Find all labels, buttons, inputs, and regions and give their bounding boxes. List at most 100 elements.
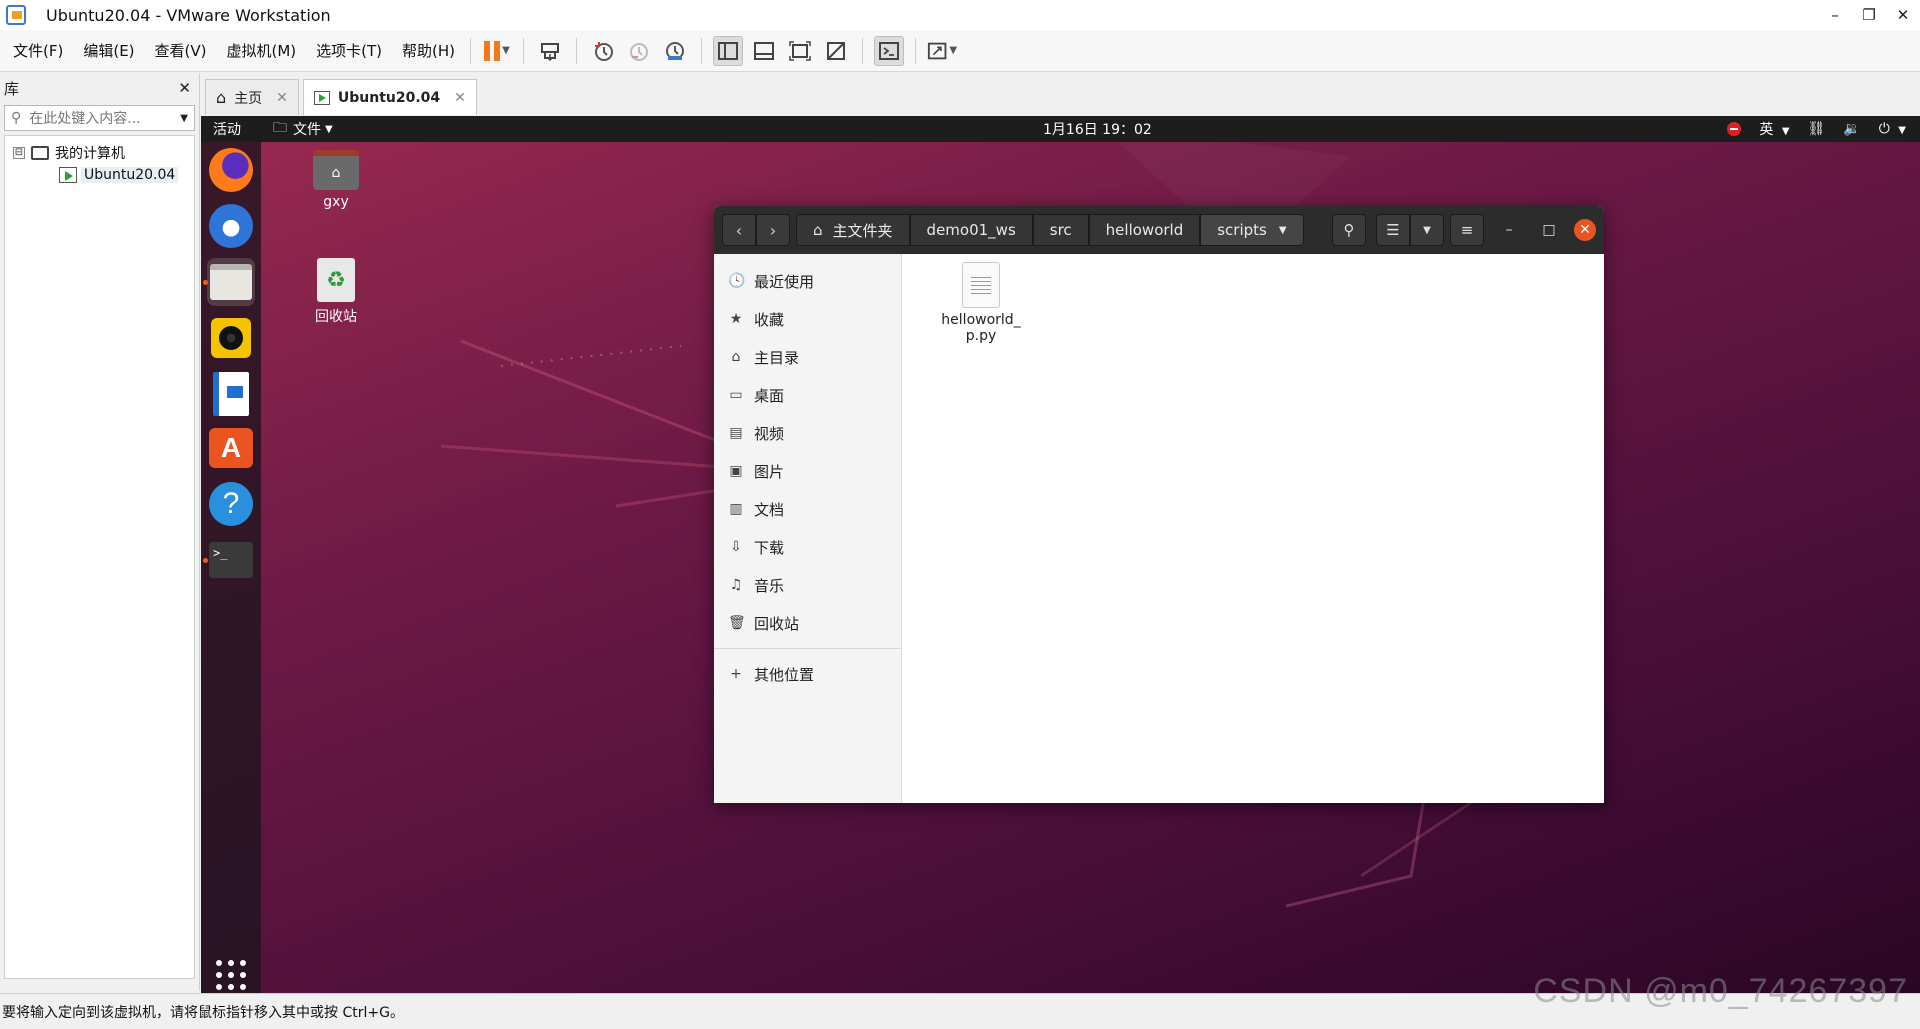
volume-icon[interactable]: 🔉 (1843, 121, 1860, 137)
tab-home[interactable]: ⌂ 主页 ✕ (205, 79, 299, 115)
search-dropdown-icon[interactable]: ▼ (180, 113, 188, 124)
sidebar-item-recent[interactable]: 🕓 最近使用 (714, 262, 901, 300)
sidebar-item-trash[interactable]: 🗑 回收站 (714, 604, 901, 642)
dock-software[interactable]: A (207, 424, 255, 472)
breadcrumb-item[interactable]: src (1032, 214, 1089, 246)
tab-ubuntu[interactable]: Ubuntu20.04 ✕ (302, 79, 477, 115)
sidebar-item-label: 视频 (754, 424, 785, 443)
fullscreen-button[interactable] (785, 36, 815, 66)
chevron-left-icon: ‹ (735, 220, 743, 240)
clock[interactable]: 1月16日 19：02 (1043, 119, 1152, 139)
files-icon (210, 264, 252, 300)
tree-item-vm[interactable]: Ubuntu20.04 (5, 164, 194, 186)
dock-terminal[interactable]: >_ (207, 536, 255, 584)
menu-tabs[interactable]: 选项卡(T) (309, 40, 389, 61)
sidebar-item-videos[interactable]: ▤ 视频 (714, 414, 901, 452)
network-icon[interactable]: ⛓ (1808, 121, 1826, 137)
tab-label: Ubuntu20.04 (337, 89, 441, 106)
firefox-icon (209, 148, 253, 192)
window-controls: – ❐ ✕ (1818, 0, 1920, 30)
sidebar-item-label: 收藏 (754, 310, 785, 329)
thumbnail-bar-button[interactable] (749, 36, 779, 66)
file-view[interactable]: helloworld_ p.py (902, 254, 1604, 803)
breadcrumb-item[interactable]: helloworld (1088, 214, 1201, 246)
sidebar-item-music[interactable]: ♫ 音乐 (714, 566, 901, 604)
minimize-icon: – (1505, 222, 1513, 238)
show-applications-icon[interactable] (216, 960, 246, 990)
back-button[interactable]: ‹ (722, 214, 756, 246)
tab-close-icon[interactable]: ✕ (276, 90, 288, 106)
view-options-button[interactable]: ▼ (1410, 214, 1444, 246)
desktop-home-folder[interactable]: ⌂ gxy (296, 150, 376, 210)
send-ctrl-alt-del-button[interactable] (535, 36, 565, 66)
breadcrumb-item[interactable]: demo01_ws (909, 214, 1033, 246)
forward-button[interactable]: › (756, 214, 790, 246)
pause-dropdown-icon[interactable]: ▼ (502, 45, 510, 56)
minimize-button[interactable]: – (1818, 0, 1852, 30)
take-snapshot-button[interactable] (588, 36, 618, 66)
menu-edit[interactable]: 编辑(E) (76, 40, 141, 61)
hamburger-icon: ≡ (1460, 221, 1474, 239)
revert-snapshot-button[interactable] (624, 36, 654, 66)
tab-label: 主页 (234, 90, 263, 107)
tab-close-icon[interactable]: ✕ (454, 90, 466, 106)
list-view-button[interactable]: ☰ (1376, 214, 1410, 246)
chevron-down-icon: ▼ (1898, 125, 1906, 136)
sidebar-item-home[interactable]: ⌂ 主目录 (714, 338, 901, 376)
trash-icon: ♻ (317, 258, 355, 302)
sidebar-item-label: 最近使用 (754, 272, 815, 291)
trash-icon: 🗑 (728, 615, 746, 631)
network-disconnected-icon[interactable] (1727, 122, 1742, 136)
thumbnail-bar-icon (754, 41, 775, 60)
dock-firefox[interactable] (207, 146, 255, 194)
dock-thunderbird[interactable] (207, 202, 255, 250)
sidebar-item-downloads[interactable]: ⇩ 下载 (714, 528, 901, 566)
dock-rhythmbox[interactable] (207, 314, 255, 362)
menu-help[interactable]: 帮助(H) (395, 40, 462, 61)
breadcrumb-current[interactable]: scripts ▼ (1200, 214, 1304, 246)
tree-item-my-computer[interactable]: ⊟ 我的计算机 (5, 142, 194, 164)
home-icon: ⌂ (813, 221, 823, 239)
pause-button[interactable]: ▼ (482, 36, 512, 66)
search-button[interactable]: ⚲ (1332, 214, 1366, 246)
menu-view[interactable]: 查看(V) (148, 40, 214, 61)
close-button[interactable]: ✕ (1886, 0, 1920, 30)
terminal-icon: >_ (209, 542, 253, 578)
sidebar-item-starred[interactable]: ★ 收藏 (714, 300, 901, 338)
toolbar-separator (576, 37, 578, 64)
collapse-icon[interactable]: ⊟ (13, 147, 25, 159)
autofit-dropdown-icon[interactable]: ▼ (949, 45, 957, 56)
window-title: Ubuntu20.04 - VMware Workstation (46, 5, 331, 25)
minimize-button[interactable]: – (1494, 215, 1524, 245)
file-item[interactable]: helloworld_ p.py (938, 262, 1024, 344)
dock-writer[interactable] (207, 370, 255, 418)
home-icon: ⌂ (216, 88, 227, 107)
sidebar-item-documents[interactable]: ▥ 文档 (714, 490, 901, 528)
snapshot-manager-button[interactable] (660, 36, 690, 66)
menu-button[interactable]: ≡ (1450, 214, 1484, 246)
home-folder-icon: ⌂ (313, 150, 359, 190)
desktop-trash[interactable]: ♻ 回收站 (296, 258, 376, 326)
library-close-icon[interactable]: ✕ (178, 79, 191, 97)
app-menu-files[interactable]: 🗀 文件 ▼ (273, 117, 333, 141)
maximize-button[interactable]: □ (1534, 215, 1564, 245)
autofit-button[interactable]: ▼ (927, 36, 957, 66)
chevron-down-icon: ▼ (1423, 224, 1431, 236)
unity-button[interactable] (821, 36, 851, 66)
input-method-indicator[interactable]: 英 ▼ (1759, 119, 1789, 139)
show-library-button[interactable] (713, 35, 744, 66)
breadcrumb-home[interactable]: ⌂ 主文件夹 (796, 214, 910, 246)
sidebar-item-desktop[interactable]: ▭ 桌面 (714, 376, 901, 414)
activities-button[interactable]: 活动 (213, 119, 241, 139)
dock-help[interactable]: ? (207, 480, 255, 528)
menu-file[interactable]: 文件(F) (6, 40, 70, 61)
close-button[interactable]: ✕ (1574, 219, 1596, 241)
restore-button[interactable]: ❐ (1852, 0, 1886, 30)
library-search-input[interactable]: ⚲ 在此处键入内容... ▼ (4, 105, 195, 131)
menu-vm[interactable]: 虚拟机(M) (220, 40, 304, 61)
sidebar-item-pictures[interactable]: ▣ 图片 (714, 452, 901, 490)
sidebar-item-other-locations[interactable]: + 其他位置 (714, 655, 901, 693)
console-view-button[interactable] (874, 35, 905, 66)
power-menu[interactable]: ⏻ ▼ (1879, 121, 1906, 137)
dock-files[interactable] (207, 258, 255, 306)
